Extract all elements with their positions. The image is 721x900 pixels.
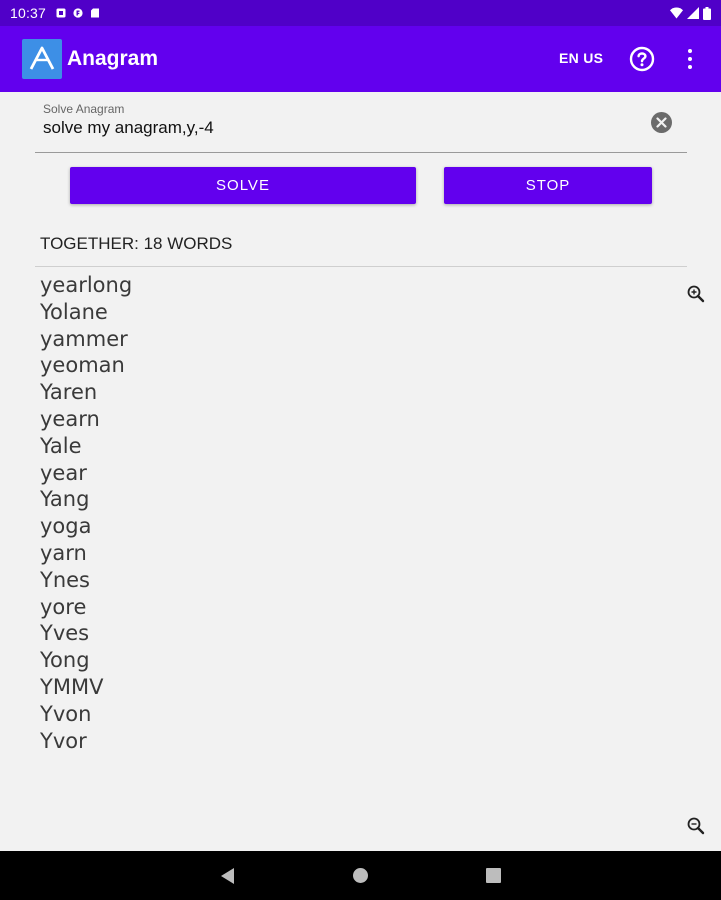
navigation-bar <box>0 851 721 900</box>
word-item[interactable]: yammer <box>40 326 132 353</box>
word-item[interactable]: Yvor <box>40 728 132 755</box>
stop-button[interactable]: STOP <box>444 167 652 204</box>
status-bar: 10:37 <box>0 0 721 26</box>
word-item[interactable]: yoga <box>40 513 132 540</box>
notification-icon <box>56 8 66 18</box>
word-item[interactable]: Yale <box>40 433 132 460</box>
word-item[interactable]: year <box>40 460 132 487</box>
app-title: Anagram <box>67 47 159 70</box>
divider <box>35 266 687 267</box>
result-header: TOGETHER: 18 WORDS <box>40 234 233 253</box>
home-icon[interactable] <box>353 868 368 883</box>
anagram-input[interactable] <box>43 118 633 138</box>
back-icon[interactable] <box>218 866 236 886</box>
word-item[interactable]: Yang <box>40 486 132 513</box>
app-logo-icon <box>22 39 62 79</box>
word-list: yearlong Yolane yammer yeoman Yaren year… <box>40 272 132 754</box>
word-item[interactable]: yearn <box>40 406 132 433</box>
sd-card-icon <box>91 8 100 18</box>
word-item[interactable]: Yaren <box>40 379 132 406</box>
word-item[interactable]: YMMV <box>40 674 132 701</box>
help-icon[interactable] <box>629 46 655 72</box>
word-item[interactable]: Yves <box>40 620 132 647</box>
anagram-input-field: Solve Anagram <box>35 96 687 153</box>
solve-button[interactable]: SOLVE <box>70 167 416 204</box>
zoom-out-icon[interactable] <box>686 816 706 836</box>
recents-icon[interactable] <box>486 868 501 883</box>
zoom-in-icon[interactable] <box>686 284 706 304</box>
word-item[interactable]: Ynes <box>40 567 132 594</box>
word-item[interactable]: yeoman <box>40 352 132 379</box>
word-item[interactable]: Yolane <box>40 299 132 326</box>
word-item[interactable]: yore <box>40 594 132 621</box>
battery-icon <box>703 6 711 20</box>
word-item[interactable]: yarn <box>40 540 132 567</box>
locale-button[interactable]: EN US <box>559 50 603 66</box>
app-bar: Anagram EN US <box>0 26 721 92</box>
notification-icon <box>73 8 83 18</box>
status-time: 10:37 <box>10 5 47 21</box>
wifi-icon <box>670 7 683 19</box>
word-item[interactable]: Yong <box>40 647 132 674</box>
word-item[interactable]: yearlong <box>40 272 132 299</box>
field-label: Solve Anagram <box>43 102 125 116</box>
more-vert-icon[interactable] <box>680 45 700 73</box>
signal-icon <box>687 7 699 19</box>
clear-icon[interactable] <box>651 112 672 133</box>
word-item[interactable]: Yvon <box>40 701 132 728</box>
